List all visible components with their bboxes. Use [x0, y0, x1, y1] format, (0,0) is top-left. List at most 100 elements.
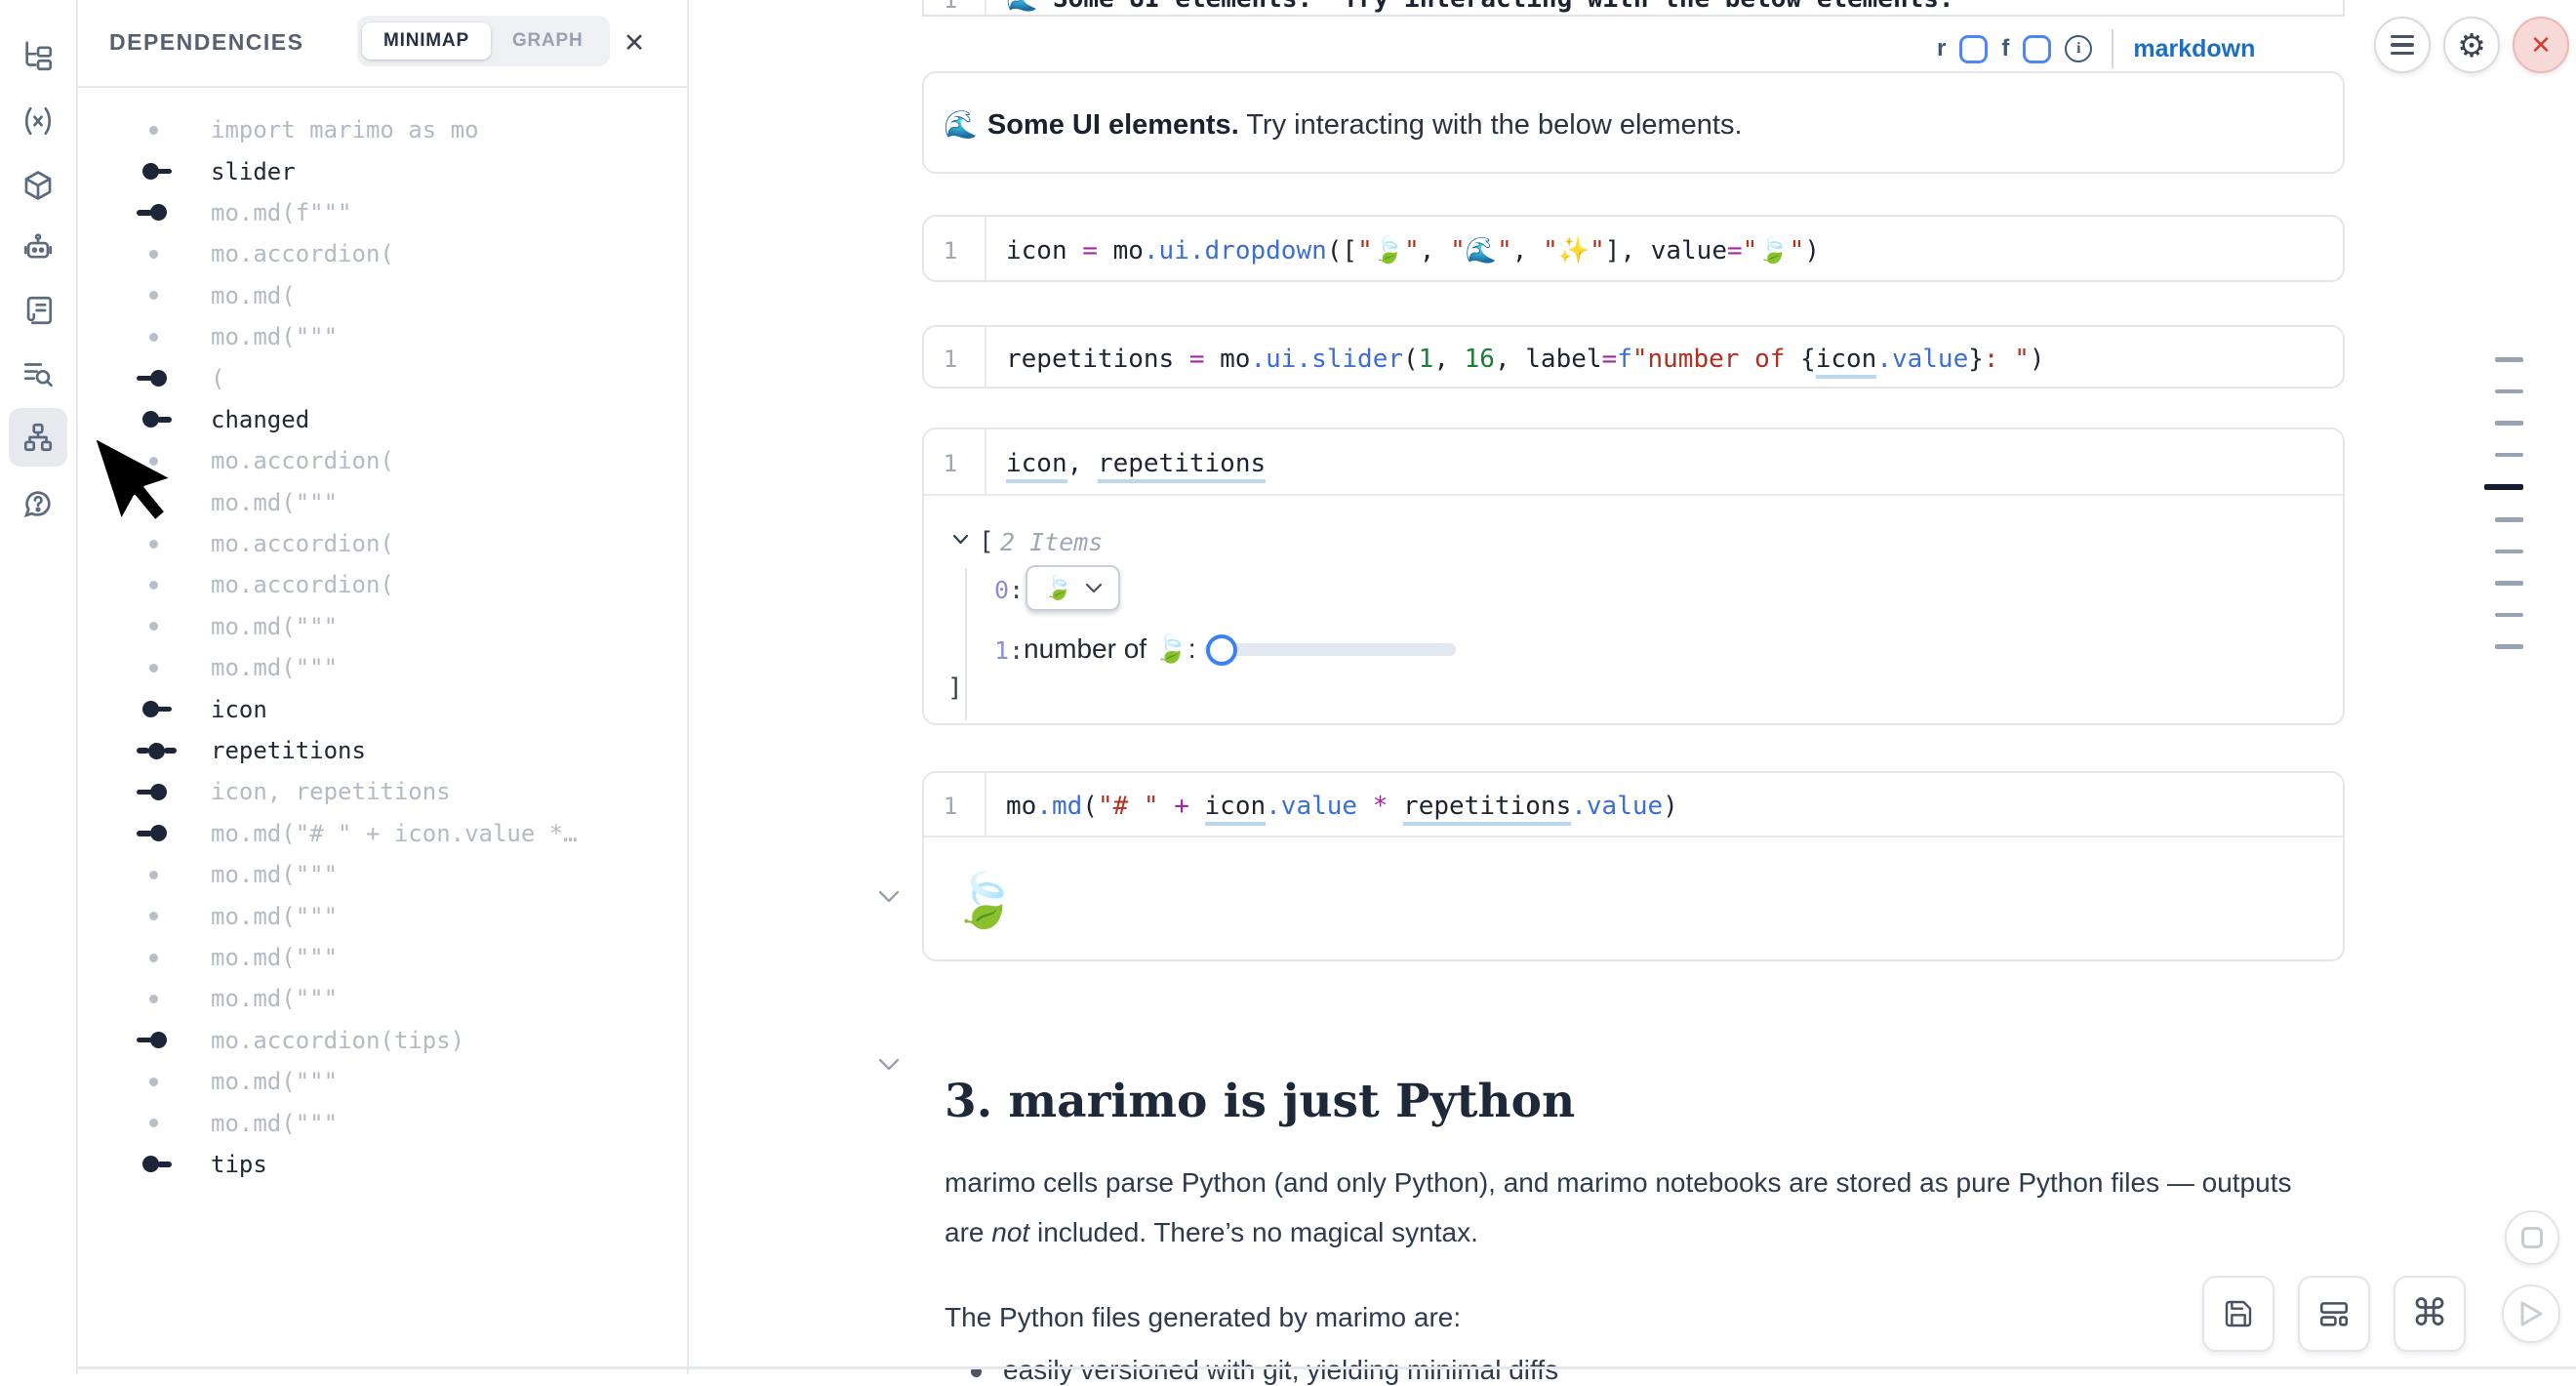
- code-line[interactable]: icon = mo.ui.dropdown(["🍃", "🌊", "✨"], v…: [1006, 236, 1820, 265]
- tab-minimap[interactable]: MINIMAP: [362, 22, 491, 60]
- minimap-item[interactable]: mo.accordion(: [78, 564, 687, 605]
- tracker-line-current[interactable]: [2484, 484, 2523, 490]
- cell-marker-dot-icon: [137, 616, 185, 637]
- snippets-icon[interactable]: [9, 344, 67, 402]
- minimap-item[interactable]: tips: [78, 1144, 687, 1185]
- tracker-line[interactable]: [2495, 421, 2523, 426]
- code-line[interactable]: mo.md("# " + icon.value * repetitions.va…: [1006, 792, 1678, 821]
- slider-thumb[interactable]: [1206, 634, 1237, 666]
- repetitions-slider[interactable]: [1204, 643, 1456, 656]
- close-icon: ✕: [2530, 30, 2552, 61]
- command-icon: ⌘: [2411, 1295, 2448, 1332]
- tracker-line[interactable]: [2495, 517, 2523, 522]
- language-toggle[interactable]: markdown: [2133, 35, 2255, 63]
- cell-marker-use-icon: [137, 781, 185, 802]
- minimap-item[interactable]: mo.accordion(tips): [78, 1020, 687, 1061]
- minimap-item[interactable]: (: [78, 357, 687, 398]
- minimap-item[interactable]: mo.md(""": [78, 854, 687, 895]
- minimap-item[interactable]: icon: [78, 688, 687, 729]
- settings-button[interactable]: ⚙: [2443, 17, 2500, 73]
- tracker-line[interactable]: [2495, 389, 2523, 394]
- minimap-item[interactable]: repetitions: [78, 730, 687, 771]
- minimap-item-label: mo.md(""": [211, 489, 338, 516]
- minimap-item-label: mo.md("# " + icon.value *…: [211, 820, 578, 847]
- ai-assistant-icon[interactable]: [9, 219, 67, 277]
- minimap-item-label: mo.accordion(tips): [211, 1027, 464, 1054]
- bullet-item: easily versioned with git, yielding mini…: [971, 1355, 1558, 1386]
- minimap-item[interactable]: mo.md("# " + icon.value *…: [78, 813, 687, 854]
- logs-icon[interactable]: [9, 281, 67, 340]
- help-icon[interactable]: [9, 474, 67, 533]
- minimap-item[interactable]: mo.accordion(: [78, 523, 687, 564]
- minimap-item[interactable]: mo.md(""": [78, 937, 687, 978]
- section-collapse-icon[interactable]: [878, 1058, 900, 1071]
- reactive-flag-checkbox[interactable]: [1959, 35, 1988, 63]
- cell-collapse-icon[interactable]: [878, 890, 900, 903]
- code-cell-slider[interactable]: 1 repetitions = mo.ui.slider(1, 16, labe…: [922, 325, 2345, 388]
- tab-graph[interactable]: GRAPH: [491, 22, 605, 60]
- gutter-divider: [985, 217, 986, 280]
- minimap-item[interactable]: icon, repetitions: [78, 771, 687, 812]
- keyboard-shortcuts-button[interactable]: ⌘: [2394, 1276, 2466, 1352]
- dependencies-icon[interactable]: [9, 408, 67, 467]
- tracker-line[interactable]: [2495, 581, 2523, 586]
- minimap-item-label: mo.md(""": [211, 613, 338, 640]
- tracker-line[interactable]: [2495, 613, 2523, 618]
- minimap-item-label: mo.md(""": [211, 1068, 338, 1095]
- close-panel-button[interactable]: ✕: [617, 25, 652, 61]
- minimap-item-label: (: [211, 365, 224, 392]
- tree-guide-line: [965, 568, 967, 720]
- gutter-divider: [985, 327, 986, 387]
- minimap-item-label: changed: [211, 406, 309, 433]
- code-line[interactable]: icon, repetitions: [1006, 449, 1266, 478]
- variables-icon[interactable]: [9, 92, 67, 150]
- info-icon[interactable]: i: [2065, 35, 2092, 62]
- cell-marker-use-icon: [137, 202, 185, 224]
- file-tree-icon[interactable]: [9, 27, 67, 86]
- icon-dropdown[interactable]: 🍃: [1026, 565, 1120, 611]
- layout-toggle-button[interactable]: [2298, 1276, 2370, 1352]
- code-cell-dropdown[interactable]: 1 icon = mo.ui.dropdown(["🍃", "🌊", "✨"],…: [922, 215, 2345, 282]
- minimap-item[interactable]: mo.md(""": [78, 647, 687, 688]
- tracker-line[interactable]: [2495, 357, 2523, 362]
- minimap-item-label: import marimo as mo: [211, 116, 479, 143]
- tracker-line[interactable]: [2495, 550, 2523, 554]
- minimap-item[interactable]: mo.md(""": [78, 895, 687, 936]
- notebook-footer-actions: ⌘: [2202, 1276, 2466, 1352]
- clipped-code-cell[interactable]: 1 🌊 Some UI elements. Try interacting wi…: [922, 0, 2345, 17]
- minimap-item[interactable]: mo.md(""": [78, 606, 687, 647]
- tracker-line[interactable]: [2495, 644, 2523, 649]
- code-line[interactable]: repetitions = mo.ui.slider(1, 16, label=…: [1006, 345, 2045, 374]
- line-number: 1: [924, 0, 977, 14]
- cell-marker-def-icon: [137, 1154, 185, 1175]
- save-button[interactable]: [2202, 1276, 2274, 1352]
- tree-collapse-icon[interactable]: [953, 535, 968, 545]
- minimap-item[interactable]: mo.md(""": [78, 1102, 687, 1143]
- interrupt-button[interactable]: [2505, 1210, 2559, 1265]
- line-number: 1: [924, 346, 977, 373]
- run-button[interactable]: [2502, 1284, 2560, 1343]
- cell-marker-use-icon: [137, 368, 185, 389]
- minimap-item[interactable]: mo.md(""": [78, 978, 687, 1019]
- minimap-item[interactable]: mo.md(f""": [78, 192, 687, 233]
- gutter-divider: [985, 0, 986, 15]
- shutdown-button[interactable]: ✕: [2513, 17, 2569, 73]
- format-flag-checkbox[interactable]: [2023, 35, 2051, 63]
- minimap-item-label: icon: [211, 696, 267, 723]
- tracker-line[interactable]: [2495, 453, 2523, 458]
- minimap-item[interactable]: slider: [78, 150, 687, 191]
- footer-divider: [78, 1366, 2576, 1369]
- minimap-item[interactable]: mo.accordion(: [78, 233, 687, 274]
- cell-marker-dot-icon: [137, 574, 185, 595]
- minimap-item[interactable]: mo.md(: [78, 275, 687, 316]
- minimap-item[interactable]: mo.md(""": [78, 1061, 687, 1102]
- minimap-item[interactable]: mo.md(""": [78, 316, 687, 357]
- menu-button[interactable]: [2374, 17, 2431, 73]
- minimap-item-label: mo.md(f""": [211, 199, 352, 226]
- minimap-item[interactable]: import marimo as mo: [78, 109, 687, 150]
- cell-marker-dot-icon: [137, 243, 185, 265]
- view-mode-tabs: MINIMAP GRAPH: [357, 16, 610, 66]
- packages-icon[interactable]: [9, 156, 67, 215]
- cell-marker-dot-icon: [137, 947, 185, 968]
- line-number: 1: [924, 450, 977, 477]
